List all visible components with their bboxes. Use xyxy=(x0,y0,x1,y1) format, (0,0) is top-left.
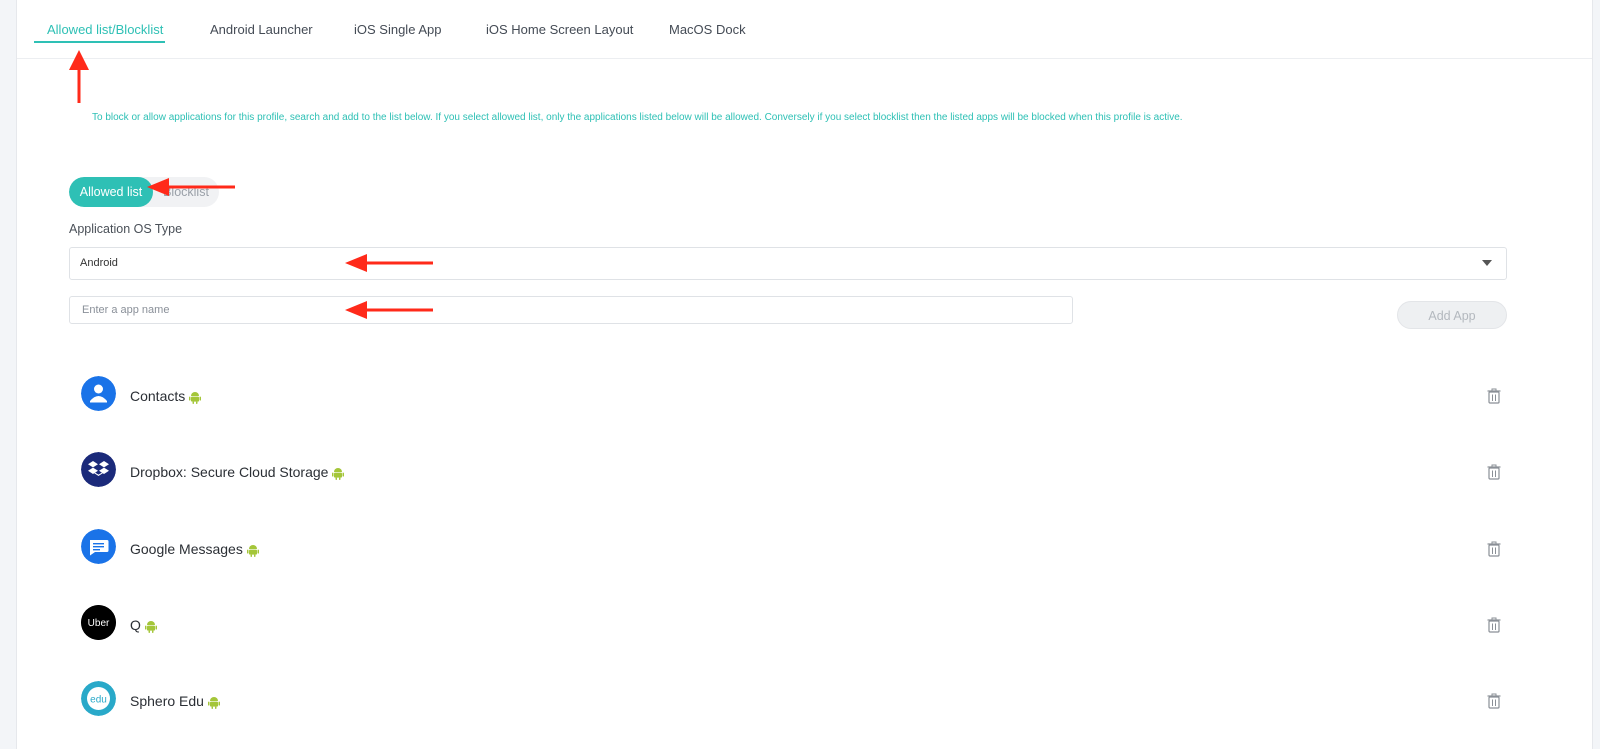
instructions-text: To block or allow applications for this … xyxy=(92,112,1183,123)
os-type-value: Android xyxy=(80,257,118,269)
list-item: edu Sphero Edu xyxy=(81,681,1501,721)
trash-icon[interactable] xyxy=(1487,693,1501,709)
contacts-icon xyxy=(81,376,116,411)
android-icon xyxy=(189,391,202,404)
tab-ios-single-app[interactable]: iOS Single App xyxy=(354,22,441,37)
annotation-arrow-up xyxy=(69,50,89,103)
app-name-text: Contacts xyxy=(130,388,186,404)
app-name-text: Dropbox: Secure Cloud Storage xyxy=(130,464,329,480)
app-name-label: Sphero Edu xyxy=(130,693,220,709)
tab-macos-dock[interactable]: MacOS Dock xyxy=(669,22,746,37)
os-type-select[interactable]: Android xyxy=(69,247,1507,280)
android-icon xyxy=(332,467,345,480)
trash-icon[interactable] xyxy=(1487,464,1501,480)
list-item: Contacts xyxy=(81,376,1501,416)
tab-allowed-blocklist[interactable]: Allowed list/Blocklist xyxy=(47,22,163,37)
trash-icon[interactable] xyxy=(1487,388,1501,404)
annotation-arrow-left xyxy=(147,178,235,196)
app-name-text: Sphero Edu xyxy=(130,693,204,709)
annotation-arrow-left xyxy=(345,301,433,319)
tab-ios-home-screen-layout[interactable]: iOS Home Screen Layout xyxy=(486,22,633,37)
app-name-label: Q xyxy=(130,617,157,633)
app-name-label: Contacts xyxy=(130,388,202,404)
os-type-label: Application OS Type xyxy=(69,222,183,236)
chevron-down-icon xyxy=(1482,260,1492,266)
list-item: Google Messages xyxy=(81,529,1501,569)
uber-icon: Uber xyxy=(81,605,116,640)
android-icon xyxy=(144,620,157,633)
sphero-edu-icon: edu xyxy=(81,681,116,716)
trash-icon[interactable] xyxy=(1487,541,1501,557)
android-icon xyxy=(207,696,220,709)
app-name-text: Q xyxy=(130,617,141,633)
app-name-text: Google Messages xyxy=(130,541,243,557)
uber-logo-text: Uber xyxy=(88,618,110,629)
tab-android-launcher[interactable]: Android Launcher xyxy=(210,22,313,37)
trash-icon[interactable] xyxy=(1487,617,1501,633)
list-item: Uber Q xyxy=(81,605,1501,645)
allowed-list-option[interactable]: Allowed list xyxy=(69,177,153,207)
add-app-button[interactable]: Add App xyxy=(1397,301,1507,329)
messages-icon xyxy=(81,529,116,564)
profile-panel: Allowed list/Blocklist Android Launcher … xyxy=(16,0,1593,749)
active-tab-indicator xyxy=(34,41,165,43)
app-name-label: Dropbox: Secure Cloud Storage xyxy=(130,464,345,480)
list-item: Dropbox: Secure Cloud Storage xyxy=(81,452,1501,492)
sphero-logo-text: edu xyxy=(90,695,107,706)
app-name-label: Google Messages xyxy=(130,541,259,557)
android-icon xyxy=(246,544,259,557)
dropbox-icon xyxy=(81,452,116,487)
app-name-input[interactable] xyxy=(69,296,1073,324)
tab-bar: Allowed list/Blocklist Android Launcher … xyxy=(17,0,1592,59)
annotation-arrow-left xyxy=(345,254,433,272)
